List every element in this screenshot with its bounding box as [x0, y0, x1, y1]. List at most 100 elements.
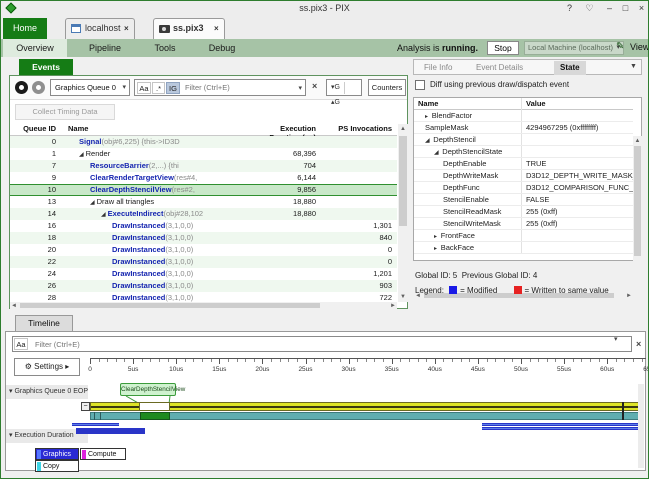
- timeline-ruler[interactable]: 0 5us 10us 15us 20us 25us 30us 35us 40us 45us 50us…: [88, 358, 648, 380]
- event-row[interactable]: 18 DrawInstanced(3,1,0,0) 840: [10, 232, 397, 244]
- pix-window: ss.pix3 - PIX ? ♡ – □ × Home localhost ×…: [0, 0, 649, 479]
- event-row[interactable]: 26 DrawInstanced(3,1,0,0) 903: [10, 280, 397, 292]
- timeline-filter-input[interactable]: [33, 338, 593, 350]
- state-row[interactable]: StencilEnable FALSE: [414, 194, 633, 206]
- state-row[interactable]: StencilWriteMask 255 (0xff): [414, 218, 633, 230]
- match-case-button[interactable]: Aa: [137, 82, 151, 94]
- event-row[interactable]: 10 ClearDepthStencilView(res#2, 9,856: [10, 184, 397, 196]
- title-bar: ss.pix3 - PIX ? ♡ – □ ×: [1, 1, 648, 16]
- details-panel: File Info Event Details State ▼ Diff usi…: [413, 59, 642, 309]
- stop-button[interactable]: Stop: [487, 41, 519, 55]
- queue-track-bar[interactable]: [90, 412, 640, 420]
- event-row[interactable]: 9 ClearRenderTargetView(res#4, 6,144: [10, 172, 397, 184]
- regex-button[interactable]: .*: [152, 82, 165, 94]
- collect-timing-button[interactable]: Collect Timing Data: [15, 104, 115, 120]
- event-row[interactable]: 7 ResourceBarrier(2,...) {thi 704: [10, 160, 397, 172]
- tab-localhost[interactable]: localhost ×: [65, 18, 135, 39]
- legend-copy[interactable]: Copy: [35, 460, 79, 472]
- machine-dropdown[interactable]: Local Machine (localhost) ▾: [524, 41, 624, 55]
- ribbon-tab-tools[interactable]: Tools: [141, 39, 189, 57]
- feedback-icon[interactable]: ♡: [583, 3, 596, 14]
- events-filter: Aa .* IG ▾: [134, 79, 306, 96]
- tab-event-details[interactable]: Event Details: [470, 61, 529, 75]
- tab-localhost-close-icon[interactable]: ×: [124, 24, 129, 33]
- connection-icon: [71, 24, 81, 33]
- duration-bar[interactable]: [482, 423, 640, 426]
- eop-selected-gap[interactable]: [139, 402, 170, 411]
- events-rows: 0 Signal(obj#6,225) {this->ID3D 1 ◢ Render 68…: [10, 136, 397, 304]
- state-row[interactable]: SampleMask 4294967295 (0xffffffff): [414, 122, 633, 134]
- duration-bar[interactable]: [72, 423, 119, 426]
- state-column-name[interactable]: Name: [414, 98, 521, 110]
- tab-file-info[interactable]: File Info: [418, 61, 458, 75]
- capture-button[interactable]: [15, 81, 28, 94]
- tab-state[interactable]: State: [554, 61, 586, 75]
- event-row[interactable]: 14 ◢ ExecuteIndirect(obj#28,102 18,880: [10, 208, 397, 220]
- state-row[interactable]: DepthEnable TRUE: [414, 158, 633, 170]
- state-row[interactable]: ◢ DepthStencil: [414, 134, 633, 146]
- event-row[interactable]: 20 DrawInstanced(3,1,0,0) 0: [10, 244, 397, 256]
- state-row[interactable]: StencilReadMask 255 (0xff): [414, 206, 633, 218]
- tab-capture-label: ss.pix3: [173, 23, 204, 33]
- event-row[interactable]: 24 DrawInstanced(3,1,0,0) 1,201: [10, 268, 397, 280]
- minimize-button[interactable]: –: [603, 3, 616, 13]
- filter-dropdown-icon[interactable]: ▾: [298, 84, 302, 92]
- details-tab-overflow-icon[interactable]: ▼: [630, 63, 637, 70]
- state-column-value[interactable]: Value: [521, 98, 633, 110]
- state-row[interactable]: ▸ FrontFace: [414, 230, 633, 242]
- modified-color-swatch: [449, 286, 458, 294]
- state-row[interactable]: ◢ DepthStencilState: [414, 146, 633, 158]
- close-button[interactable]: ×: [635, 3, 648, 13]
- goto-next-button[interactable]: ▾G: [327, 80, 344, 95]
- selected-event-segment[interactable]: [140, 412, 170, 420]
- window-title: ss.pix3 - PIX: [299, 3, 350, 13]
- eop-track-bar[interactable]: [90, 402, 640, 411]
- duration-bar[interactable]: [482, 427, 640, 430]
- ignore-button[interactable]: IG: [166, 82, 180, 94]
- camera-icon: [159, 25, 170, 33]
- event-row[interactable]: 1 ◢ Render 68,396: [10, 148, 397, 160]
- ribbon-tab-overview[interactable]: Overview: [3, 39, 67, 57]
- help-icon[interactable]: ?: [563, 3, 576, 13]
- counters-button[interactable]: Counters: [368, 79, 406, 96]
- events-vertical-scrollbar[interactable]: ▲ ▼: [398, 124, 408, 302]
- tab-home[interactable]: Home: [3, 18, 47, 39]
- queue-dropdown[interactable]: Graphics Queue 0 ▾: [50, 79, 130, 96]
- ribbon-tab-debug[interactable]: Debug: [197, 39, 247, 57]
- state-row[interactable]: DepthWriteMask D3D12_DEPTH_WRITE_MASK_…: [414, 170, 633, 182]
- state-grid: Name Value ▸ BlendFactor SampleMask 429496…: [413, 97, 642, 300]
- views-button[interactable]: Views: [630, 42, 648, 52]
- timeline-marker: [622, 402, 624, 420]
- event-row[interactable]: 0 Signal(obj#6,225) {this->ID3D: [10, 136, 397, 148]
- state-vertical-scrollbar[interactable]: ▲: [633, 136, 642, 292]
- events-filter-input[interactable]: [183, 81, 291, 94]
- event-row[interactable]: 16 DrawInstanced(3,1,0,0) 1,301: [10, 220, 397, 232]
- state-row[interactable]: ▸ BlendFactor: [414, 110, 633, 122]
- analysis-status: Analysis is running.: [397, 43, 479, 53]
- timeline-match-case-button[interactable]: Aa: [14, 338, 28, 350]
- event-row[interactable]: 22 DrawInstanced(3,1,0,0) 0: [10, 256, 397, 268]
- state-row[interactable]: ▸ BackFace: [414, 242, 633, 254]
- ribbon-tab-pipeline[interactable]: Pipeline: [76, 39, 134, 57]
- state-row[interactable]: DepthFunc D3D12_COMPARISON_FUNC_…: [414, 182, 633, 194]
- event-row[interactable]: 13 ◢ Draw all triangles 18,880: [10, 196, 397, 208]
- track-label-eop[interactable]: ▾ Graphics Queue 0 EOP: [6, 385, 88, 399]
- diff-checkbox[interactable]: [415, 80, 425, 90]
- settings-button[interactable]: ⚙ Settings ▸: [14, 358, 80, 376]
- duration-bar[interactable]: [76, 428, 145, 434]
- events-horizontal-scrollbar[interactable]: ◄ ►: [10, 302, 397, 309]
- legend-graphics[interactable]: Graphics: [35, 448, 79, 460]
- clear-filter-icon[interactable]: ×: [312, 81, 317, 91]
- timeline-clear-filter-icon[interactable]: ×: [636, 339, 641, 349]
- timeline-filter-dropdown-icon[interactable]: ▾: [614, 335, 618, 343]
- timeline-panel-tab[interactable]: Timeline: [15, 315, 73, 331]
- timeline-scrollbar[interactable]: [638, 384, 644, 468]
- goto-prev-button[interactable]: ▴G: [327, 95, 344, 110]
- tab-capture[interactable]: ss.pix3 ×: [153, 18, 225, 39]
- tab-capture-close-icon[interactable]: ×: [214, 24, 219, 33]
- maximize-button[interactable]: □: [619, 3, 632, 13]
- legend-compute[interactable]: Compute: [80, 448, 126, 460]
- track-collapse-handle[interactable]: −: [81, 402, 90, 411]
- events-panel-tab[interactable]: Events: [19, 59, 73, 75]
- timing-capture-button[interactable]: [32, 81, 45, 94]
